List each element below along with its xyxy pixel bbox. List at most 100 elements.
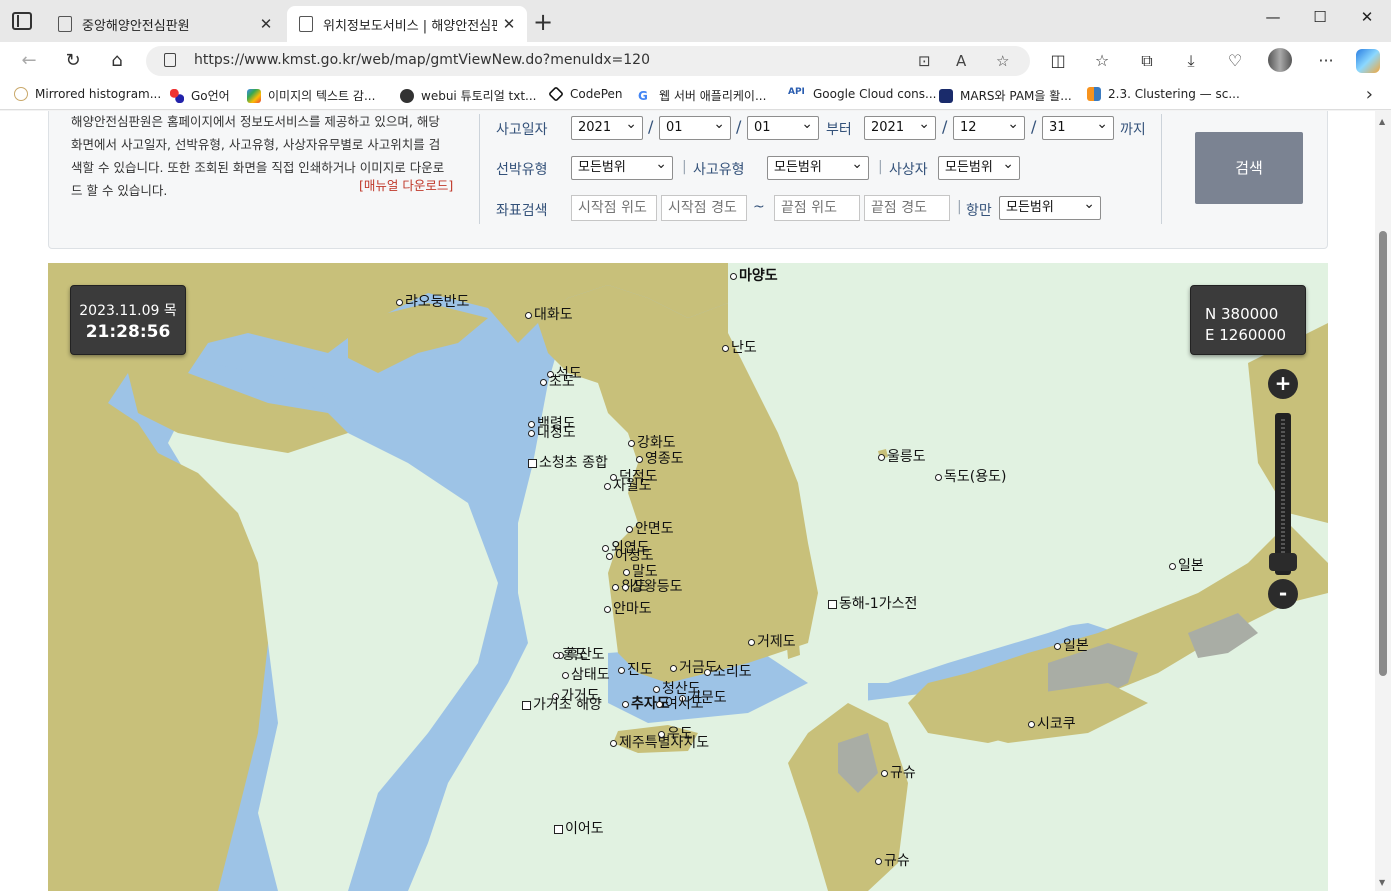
- map-label[interactable]: 동해-1가스전: [828, 593, 917, 613]
- map-label[interactable]: 상왕등도: [622, 576, 683, 596]
- separator: |: [878, 159, 883, 175]
- from-day-select[interactable]: 01: [747, 113, 819, 140]
- map-label[interactable]: 독도(용도): [935, 466, 1006, 486]
- bookmark-label: webui 튜토리얼 txt...: [421, 89, 537, 103]
- map-label[interactable]: 가거초 해양: [522, 694, 602, 714]
- chevron-right-icon[interactable]: ›: [1366, 84, 1373, 105]
- bookmark-item[interactable]: 2.3. Clustering — sc...: [1087, 87, 1240, 101]
- page-icon: [299, 16, 313, 32]
- map-label[interactable]: 여서도: [656, 693, 704, 713]
- zoom-slider-handle[interactable]: [1269, 553, 1297, 571]
- map-label[interactable]: 제주특별자치도: [610, 732, 709, 752]
- close-window-icon[interactable]: ✕: [1344, 6, 1390, 28]
- back-icon[interactable]: ←: [15, 49, 43, 73]
- map-label[interactable]: 거제도: [748, 631, 796, 651]
- new-tab-icon[interactable]: +: [533, 10, 553, 34]
- maximize-icon[interactable]: ☐: [1297, 6, 1343, 28]
- bookmark-item[interactable]: webui 튜토리얼 txt...: [400, 87, 537, 104]
- from-month-select[interactable]: 01: [659, 113, 731, 140]
- close-tab-icon[interactable]: ✕: [497, 15, 521, 33]
- casualty-select[interactable]: 모든범위: [938, 153, 1020, 180]
- collections-icon[interactable]: ⧉: [1135, 51, 1159, 71]
- map-label[interactable]: 진도: [618, 659, 653, 679]
- close-tab-icon[interactable]: ✕: [254, 15, 278, 33]
- map-label[interactable]: 규슈: [875, 850, 910, 870]
- tracking-prevention-icon[interactable]: ⊡: [918, 52, 931, 70]
- start-lat-input[interactable]: 시작점 위도: [571, 195, 657, 221]
- map-label[interactable]: 시코쿠: [1028, 713, 1076, 733]
- zoom-in-button[interactable]: +: [1268, 369, 1298, 399]
- map-view[interactable]: 마양도 랴오둥반도 대화도 난도 석도 초도 백령도 대청도 강화도 영종도 소…: [48, 263, 1328, 891]
- bookmark-icon: [1087, 87, 1101, 101]
- minimize-icon[interactable]: —: [1250, 6, 1296, 28]
- zoom-slider[interactable]: [1275, 413, 1291, 575]
- bookmark-item[interactable]: CodePen: [548, 86, 623, 102]
- browser-tab-strip: 중앙해양안전심판원 ✕ 위치정보도서비스 | 해양안전심판 ✕ + — ☐ ✕: [0, 0, 1391, 42]
- bookmark-label: 이미지의 텍스트 감...: [268, 89, 376, 103]
- bookmark-item[interactable]: G 웹 서버 애플리케이...: [638, 87, 766, 104]
- map-label[interactable]: 일본: [1054, 635, 1089, 655]
- profile-avatar[interactable]: [1268, 48, 1292, 72]
- scrollbar-thumb[interactable]: [1379, 231, 1387, 676]
- browser-tab-2[interactable]: 위치정보도서비스 | 해양안전심판 ✕: [287, 6, 527, 42]
- map-label[interactable]: 홍도: [553, 644, 588, 664]
- map-label[interactable]: 울릉도: [878, 446, 926, 466]
- bookmark-icon: [400, 88, 414, 103]
- zoom-out-button[interactable]: -: [1268, 579, 1298, 609]
- to-year-select[interactable]: 2021: [864, 113, 936, 140]
- tab-actions-icon[interactable]: [12, 12, 32, 30]
- map-label[interactable]: 일본: [1169, 555, 1204, 575]
- end-lat-input[interactable]: 끝점 위도: [774, 195, 860, 221]
- from-year-select[interactable]: 2021: [571, 113, 643, 140]
- scroll-down-icon[interactable]: ▼: [1379, 878, 1385, 887]
- browser-tab-1[interactable]: 중앙해양안전심판원 ✕: [46, 6, 284, 42]
- to-month-select[interactable]: 12: [953, 113, 1025, 140]
- bookmark-item[interactable]: MARS와 PAM을 활...: [939, 87, 1072, 104]
- bookmark-item[interactable]: Mirrored histogram...: [14, 87, 161, 101]
- home-icon[interactable]: ⌂: [103, 49, 131, 73]
- manual-download-link[interactable]: [매뉴얼 다운로드]: [359, 175, 453, 194]
- map-label[interactable]: 소청초 종합: [528, 452, 608, 472]
- more-menu-icon[interactable]: ···: [1314, 51, 1338, 70]
- map-label[interactable]: 자월도: [604, 475, 652, 495]
- map-label[interactable]: 이어도: [554, 818, 604, 838]
- page-scrollbar[interactable]: ▲ ▼: [1375, 111, 1391, 891]
- divider: [1161, 114, 1162, 224]
- bookmark-item[interactable]: API Google Cloud cons...: [788, 87, 936, 101]
- map-label[interactable]: 안면도: [626, 518, 674, 538]
- scroll-up-icon[interactable]: ▲: [1379, 117, 1385, 126]
- split-screen-icon[interactable]: ◫: [1046, 51, 1070, 70]
- bookmark-item[interactable]: Go언어: [170, 87, 230, 104]
- map-label[interactable]: 랴오둥반도: [396, 291, 469, 311]
- ship-type-select[interactable]: 모든범위: [571, 153, 673, 180]
- lock-icon[interactable]: [164, 53, 176, 67]
- accident-type-select[interactable]: 모든범위: [767, 153, 869, 180]
- map-label[interactable]: 소리도: [704, 661, 752, 681]
- bookmarks-bar: Mirrored histogram... Go언어 이미지의 텍스트 감...…: [0, 80, 1391, 110]
- map-label[interactable]: 영종도: [636, 448, 684, 468]
- map-label[interactable]: 대화도: [525, 304, 573, 324]
- map-label[interactable]: 안마도: [604, 598, 652, 618]
- url-text[interactable]: https://www.kmst.go.kr/web/map/gmtViewNe…: [194, 52, 650, 68]
- map-label[interactable]: 규슈: [881, 762, 916, 782]
- refresh-icon[interactable]: ↻: [59, 49, 87, 73]
- performance-icon[interactable]: ♡: [1223, 51, 1247, 70]
- to-day-select[interactable]: 31: [1042, 113, 1114, 140]
- start-lng-input[interactable]: 시작점 경도: [661, 195, 747, 221]
- bookmark-item[interactable]: 이미지의 텍스트 감...: [247, 87, 375, 104]
- search-button[interactable]: 검색: [1195, 132, 1303, 204]
- address-bar[interactable]: https://www.kmst.go.kr/web/map/gmtViewNe…: [146, 46, 1030, 76]
- favorite-star-icon[interactable]: ☆: [996, 52, 1009, 70]
- map-label[interactable]: 난도: [722, 337, 757, 357]
- read-aloud-icon[interactable]: A: [956, 52, 966, 70]
- map-label[interactable]: 마양도: [730, 265, 778, 285]
- map-label[interactable]: 초도: [540, 371, 575, 391]
- favorites-icon[interactable]: ☆: [1090, 51, 1114, 70]
- end-lng-input[interactable]: 끝점 경도: [864, 195, 950, 221]
- map-label[interactable]: 삼태도: [562, 664, 610, 684]
- downloads-icon[interactable]: ⤓: [1179, 51, 1203, 71]
- map-canvas: [48, 263, 1328, 891]
- copilot-icon[interactable]: [1356, 49, 1380, 73]
- port-select[interactable]: 모든범위: [999, 193, 1101, 220]
- map-label[interactable]: 대청도: [528, 422, 576, 442]
